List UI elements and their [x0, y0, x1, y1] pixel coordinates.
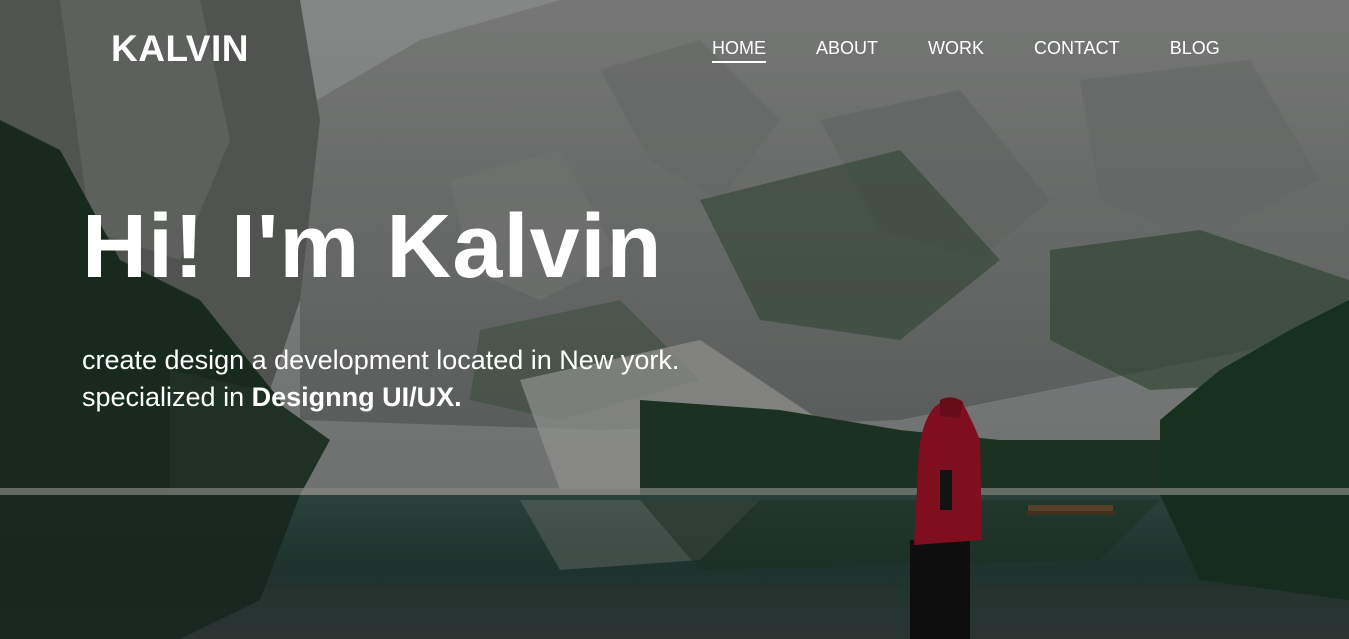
hero-headline: Hi! I'm Kalvin — [82, 197, 663, 297]
nav-item-blog[interactable]: BLOG — [1170, 38, 1220, 63]
tagline-line-2-prefix: specialized in — [82, 382, 252, 412]
nav-item-about[interactable]: ABOUT — [816, 38, 878, 63]
hero-section: KALVIN HOME ABOUT WORK CONTACT BLOG Hi! … — [0, 0, 1349, 639]
nav-item-work[interactable]: WORK — [928, 38, 984, 63]
tagline-emphasis: Designng UI/UX. — [251, 382, 462, 412]
main-nav: HOME ABOUT WORK CONTACT BLOG — [712, 38, 1270, 63]
nav-item-contact[interactable]: CONTACT — [1034, 38, 1120, 63]
dark-overlay — [0, 0, 1349, 639]
site-logo[interactable]: KALVIN — [111, 28, 249, 70]
nav-item-home[interactable]: HOME — [712, 38, 766, 63]
hero-tagline: create design a development located in N… — [82, 342, 679, 416]
tagline-line-1: create design a development located in N… — [82, 345, 680, 375]
